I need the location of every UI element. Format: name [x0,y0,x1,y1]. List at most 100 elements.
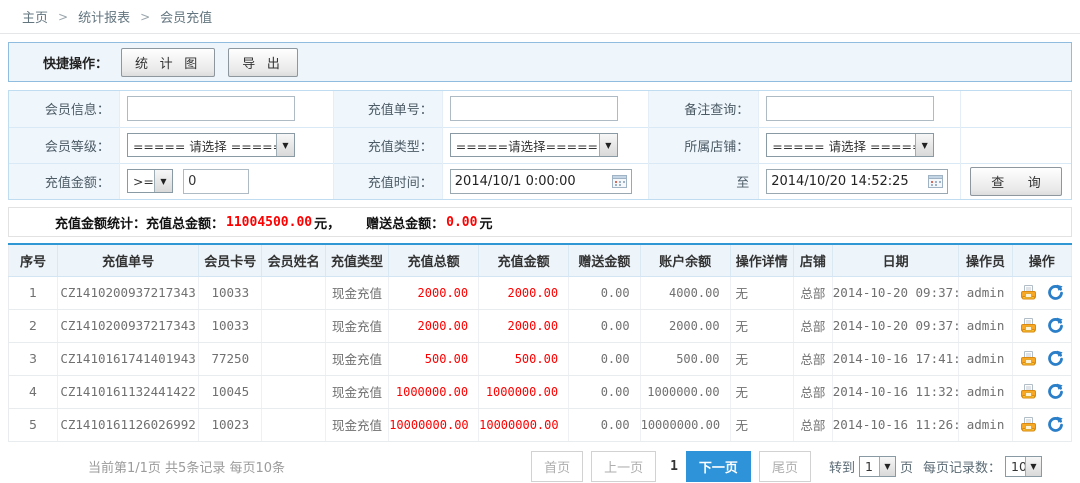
per-page-select[interactable]: 10 ▼ [1005,456,1042,477]
table-cell: 1000000.00 [389,375,479,408]
table-cell: 10033 [199,276,262,309]
table-cell: CZ1410161132441422 [58,375,199,408]
table-cell: 0.00 [569,276,641,309]
chart-button[interactable]: 统 计 图 [121,48,215,77]
table-cell: CZ1410161741401943 [58,342,199,375]
row-actions-cell [1012,375,1071,408]
table-row: 4CZ141016113244142210045现金充值1000000.0010… [9,375,1072,408]
table-cell: 10000000.00 [389,408,479,441]
table-cell: 2014-10-20 09:37:21 [832,309,959,342]
summary-gift-unit: 元 [479,213,492,232]
table-cell: 0.00 [569,375,641,408]
table-cell: 2014-10-16 11:26:02 [832,408,959,441]
table-cell: CZ1410200937217343 [58,309,199,342]
member-level-value: ===== 请选择 ===== [128,136,276,155]
table-cell: admin [959,276,1012,309]
table-cell: 5 [9,408,58,441]
column-header: 日期 [832,244,959,276]
calendar-icon[interactable] [928,174,943,188]
table-cell: 无 [730,342,793,375]
breadcrumb-home[interactable]: 主页 [22,7,48,26]
calendar-icon[interactable] [612,174,627,188]
table-cell: 2014-10-16 17:41:40 [832,342,959,375]
per-page-value: 10 [1006,459,1025,474]
refund-icon[interactable] [1047,284,1064,301]
recharge-type-value: =====请选择===== [451,136,598,155]
table-cell [262,276,325,309]
goto-page-select[interactable]: 1 ▼ [859,456,896,477]
time-from-field[interactable] [450,169,632,194]
page-suffix-label: 页 [900,457,913,476]
row-actions-cell [1012,309,1071,342]
print-icon[interactable] [1020,383,1037,400]
print-icon[interactable] [1020,284,1037,301]
amount-operator-select[interactable]: >= ▼ [127,169,173,193]
column-header: 操作详情 [730,244,793,276]
store-value: ===== 请选择 ===== [767,136,915,155]
table-cell: 总部 [793,375,832,408]
print-icon[interactable] [1020,350,1037,367]
print-icon[interactable] [1020,317,1037,334]
table-cell: 2000.00 [640,309,730,342]
table-row: 2CZ141020093721734310033现金充值2000.002000.… [9,309,1072,342]
column-header: 充值总额 [389,244,479,276]
recharge-table: 序号充值单号会员卡号会员姓名充值类型充值总额充值金额赠送金额账户余额操作详情店铺… [8,243,1072,442]
page-info: 当前第1/1页 共5条记录 每页10条 [88,457,285,476]
table-cell: 4 [9,375,58,408]
table-cell: 现金充值 [325,309,388,342]
table-cell [262,309,325,342]
last-page-button[interactable]: 尾页 [759,451,811,482]
summary-total-value: 11004500.00 [226,215,312,230]
breadcrumb-separator: > [58,10,68,24]
search-button[interactable]: 查 询 [970,167,1062,196]
remark-input[interactable] [766,96,934,121]
table-cell: 2000.00 [389,309,479,342]
refund-icon[interactable] [1047,416,1064,433]
export-button[interactable]: 导 出 [228,48,298,77]
store-select[interactable]: ===== 请选择 ===== ▼ [766,133,934,157]
column-header: 店铺 [793,244,832,276]
order-no-label: 充值单号： [334,91,442,127]
table-cell: 10045 [199,375,262,408]
order-no-input[interactable] [450,96,618,121]
time-from-input[interactable] [455,174,600,189]
table-cell [262,375,325,408]
table-cell: 0.00 [569,342,641,375]
prev-page-button[interactable]: 上一页 [591,451,656,482]
table-cell: 500.00 [640,342,730,375]
pagination-bar: 当前第1/1页 共5条记录 每页10条 首页 上一页 1 下一页 尾页 转到 1… [8,451,1072,483]
refund-icon[interactable] [1047,350,1064,367]
member-info-input[interactable] [127,96,295,121]
table-row: 3CZ141016174140194377250现金充值500.00500.00… [9,342,1072,375]
table-cell: 无 [730,276,793,309]
breadcrumb-reports[interactable]: 统计报表 [78,7,130,26]
per-page-label: 每页记录数： [923,457,1001,476]
table-cell: 10033 [199,309,262,342]
breadcrumb-member-recharge[interactable]: 会员充值 [160,7,212,26]
amount-input[interactable] [183,169,249,194]
table-cell: 现金充值 [325,276,388,309]
table-cell: 总部 [793,342,832,375]
to-label: 至 [648,163,758,199]
member-level-select[interactable]: ===== 请选择 ===== ▼ [127,133,295,157]
summary-total-label: 充值金额统计：充值总金额： [55,213,224,232]
time-to-input[interactable] [771,174,916,189]
table-cell: 1000000.00 [640,375,730,408]
refund-icon[interactable] [1047,383,1064,400]
table-cell: 500.00 [479,342,569,375]
row-actions-cell [1012,276,1071,309]
summary-gift-label: 赠送总金额： [366,213,444,232]
chevron-down-icon: ▼ [276,134,294,156]
column-header: 序号 [9,244,58,276]
member-info-label: 会员信息： [9,91,119,127]
print-icon[interactable] [1020,416,1037,433]
recharge-type-select[interactable]: =====请选择===== ▼ [450,133,618,157]
chevron-down-icon: ▼ [154,170,172,192]
column-header: 操作 [1012,244,1071,276]
next-page-button[interactable]: 下一页 [686,451,751,482]
table-cell: 500.00 [389,342,479,375]
refund-icon[interactable] [1047,317,1064,334]
first-page-button[interactable]: 首页 [531,451,583,482]
store-label: 所属店铺： [648,127,758,163]
time-to-field[interactable] [766,169,948,194]
